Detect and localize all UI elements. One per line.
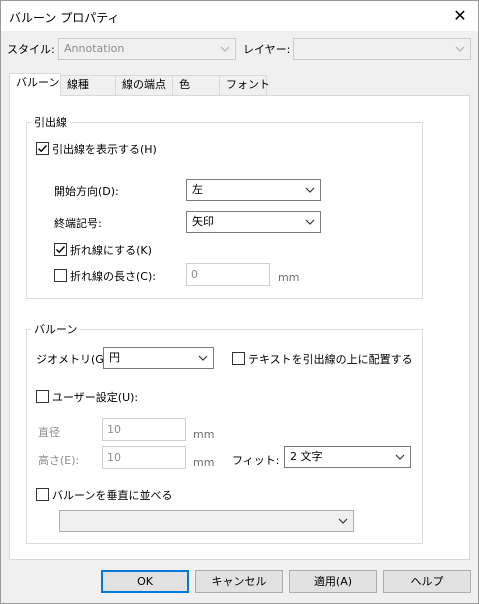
polyline-checkbox[interactable] (54, 243, 67, 256)
style-value: Annotation (64, 42, 125, 55)
chevron-down-icon (198, 355, 208, 361)
close-icon[interactable]: ✕ (448, 4, 472, 28)
chevron-down-icon (305, 187, 315, 193)
tab-balloon[interactable]: バルーン (9, 73, 61, 96)
end-symbol-value: 矢印 (192, 215, 214, 228)
text-above-leader-label: テキストを引出線の上に配置する (248, 353, 413, 366)
polyline-length-checkbox[interactable] (54, 269, 67, 282)
diameter-unit: mm (193, 428, 215, 441)
chevron-down-icon (395, 454, 405, 460)
cancel-button[interactable]: キャンセル (195, 570, 283, 593)
balloon-group-title: バルーン (31, 321, 81, 337)
checkmark-icon (56, 246, 66, 254)
start-direction-combo[interactable]: 左 (186, 179, 321, 201)
title-bar: バルーン プロパティ ✕ (1, 1, 478, 31)
stack-vertical-label: バルーンを垂直に並べる (52, 489, 173, 502)
height-label: 高さ(E): (38, 454, 80, 467)
tab-line-ends[interactable]: 線の端点 (115, 75, 173, 95)
end-symbol-label: 終端記号: (54, 217, 102, 230)
user-defined-checkbox[interactable] (36, 390, 49, 403)
tab-color[interactable]: 色 (172, 75, 220, 95)
height-unit: mm (193, 456, 215, 469)
ok-button[interactable]: OK (101, 570, 189, 593)
dialog-title: バルーン プロパティ (9, 11, 120, 25)
end-symbol-combo[interactable]: 矢印 (186, 211, 321, 233)
polyline-label: 折れ線にする(K) (70, 244, 152, 257)
start-direction-label: 開始方向(D): (54, 185, 119, 198)
apply-button[interactable]: 適用(A) (289, 570, 377, 593)
polyline-length-label: 折れ線の長さ(C): (70, 270, 156, 283)
tab-font[interactable]: フォント (219, 75, 270, 95)
polyline-length-input[interactable]: 0 (186, 263, 270, 286)
chevron-down-icon (338, 518, 348, 524)
geometry-value: 円 (109, 351, 120, 364)
style-label: スタイル: (7, 43, 55, 56)
style-combo[interactable]: Annotation (58, 38, 236, 60)
chevron-down-icon (220, 46, 230, 52)
text-above-leader-checkbox[interactable] (232, 352, 245, 365)
chevron-down-icon (305, 219, 315, 225)
show-leader-label: 引出線を表示する(H) (52, 143, 157, 156)
fit-combo[interactable]: 2 文字 (284, 446, 411, 468)
user-defined-label: ユーザー設定(U): (52, 391, 139, 404)
start-direction-value: 左 (192, 183, 203, 196)
balloon-properties-dialog: バルーン プロパティ ✕ スタイル: Annotation レイヤー: バルーン… (0, 0, 479, 604)
tab-panel-balloon: 引出線 引出線を表示する(H) 開始方向(D): 左 終端記号: 矢印 折れ線に… (9, 95, 470, 560)
chevron-down-icon (455, 46, 465, 52)
layer-combo[interactable] (293, 38, 471, 60)
geometry-combo[interactable]: 円 (103, 347, 214, 369)
geometry-label: ジオメトリ(G): (36, 353, 112, 366)
show-leader-checkbox[interactable] (36, 142, 49, 155)
layer-label: レイヤー: (243, 43, 291, 56)
stack-vertical-checkbox[interactable] (36, 488, 49, 501)
help-button[interactable]: ヘルプ (383, 570, 471, 593)
checkmark-icon (38, 145, 48, 153)
leader-group-title: 引出線 (31, 114, 70, 130)
stack-vertical-combo[interactable] (59, 510, 354, 532)
tab-line-type[interactable]: 線種 (60, 75, 116, 95)
diameter-label: 直径 (38, 426, 60, 439)
fit-label: フィット: (232, 454, 280, 467)
height-input[interactable]: 10 (102, 446, 186, 469)
diameter-input[interactable]: 10 (102, 418, 186, 441)
polyline-length-unit: mm (278, 271, 300, 284)
fit-value: 2 文字 (290, 450, 323, 463)
